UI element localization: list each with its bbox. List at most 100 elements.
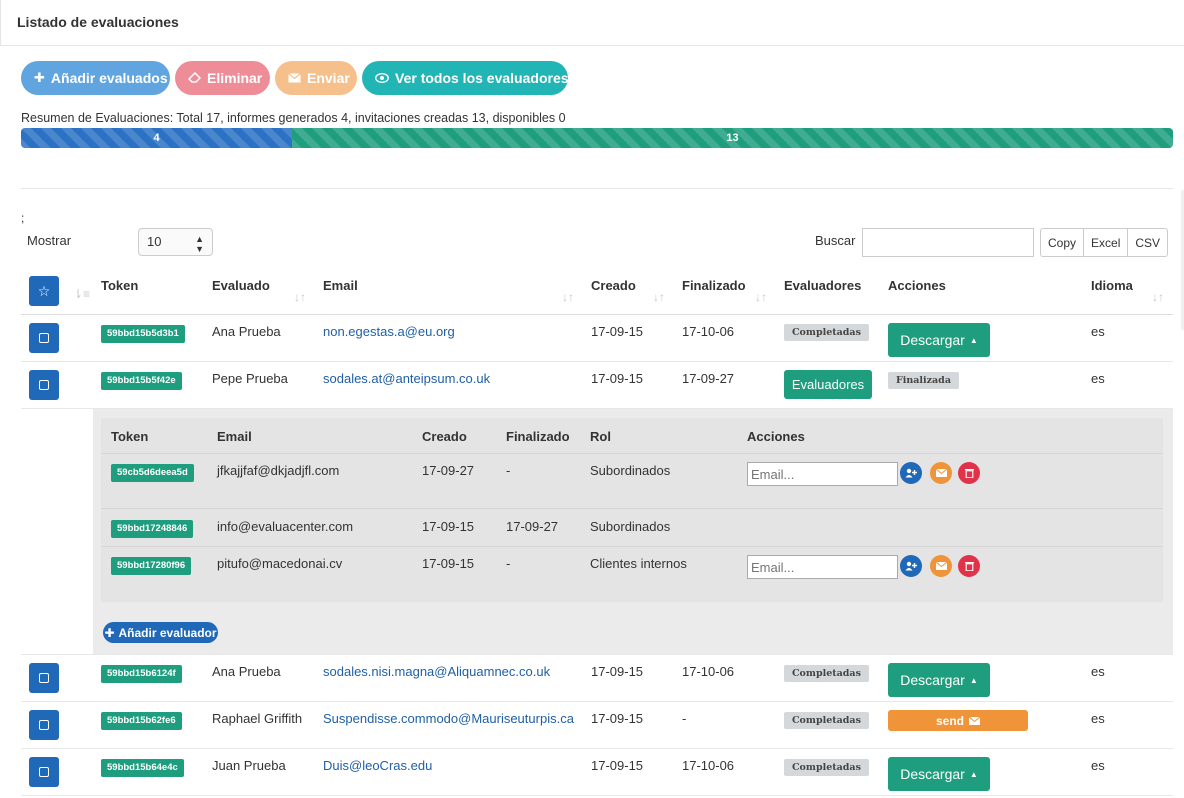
eye-icon (375, 71, 389, 86)
caret-up-icon: ▲ (969, 769, 978, 779)
download-button[interactable]: Descargar ▲ (888, 323, 990, 357)
idioma-value: es (1091, 324, 1105, 339)
sub-col-token: Token (111, 429, 149, 444)
send-button[interactable]: Enviar (275, 61, 357, 95)
row-checkbox[interactable] (29, 757, 59, 787)
rol-value: Subordinados (590, 463, 671, 478)
user-plus-icon[interactable] (900, 462, 922, 484)
delete-button[interactable]: Eliminar (175, 61, 270, 95)
evaluado-name: Juan Prueba (212, 758, 286, 773)
row-checkbox[interactable] (29, 710, 59, 740)
rol-value: Clientes internos (590, 556, 687, 571)
col-finalizado[interactable]: Finalizado (682, 278, 746, 293)
progress-created: 13 (292, 128, 1173, 148)
copy-button[interactable]: Copy (1040, 228, 1085, 257)
trash-icon[interactable] (958, 462, 980, 484)
sort-icon[interactable]: ↓↑ (294, 290, 306, 304)
col-idioma[interactable]: Idioma (1091, 278, 1133, 293)
send-invite-button[interactable]: send (888, 710, 1028, 731)
search-input[interactable] (862, 228, 1034, 257)
plus-icon: ✚ (34, 70, 45, 85)
token-badge: 59bbd15b5d3b1 (101, 325, 185, 343)
excel-button[interactable]: Excel (1083, 228, 1129, 257)
download-button[interactable]: Descargar ▲ (888, 757, 990, 791)
envelope-icon[interactable] (930, 462, 952, 484)
view-all-evaluators-button[interactable]: Ver todos los evaluadores (362, 61, 569, 95)
sub-col-email: Email (217, 429, 252, 444)
sort-icon[interactable]: ↓↑ (653, 290, 665, 304)
evaluado-name: Ana Prueba (212, 324, 281, 339)
finalizado-date: 17-09-27 (506, 519, 559, 534)
page-size-select[interactable]: 10 ▲ ▼ (138, 228, 213, 256)
finalizado-date: - (506, 463, 511, 478)
evaluator-email-input[interactable] (747, 555, 898, 579)
creado-date: 17-09-15 (591, 371, 644, 386)
finalizado-date: 17-10-06 (682, 324, 735, 339)
row-divider (21, 361, 1173, 362)
token-badge: 59cb5d6deea5d (111, 464, 194, 482)
idioma-value: es (1091, 664, 1105, 679)
envelope-icon (968, 714, 981, 728)
email-link[interactable]: Suspendisse.commodo@Mauriseuturpis.ca (323, 711, 574, 726)
csv-button[interactable]: CSV (1127, 228, 1169, 257)
col-email[interactable]: Email (323, 278, 358, 293)
plus-icon: ✚ (104, 625, 115, 640)
col-creado[interactable]: Creado (591, 278, 636, 293)
add-evaluados-button[interactable]: ✚ Añadir evaluados (21, 61, 170, 95)
status-badge: Completadas (784, 759, 869, 776)
page-title: Listado de evaluaciones (17, 14, 179, 30)
header-divider (21, 314, 1173, 315)
trash-icon[interactable] (958, 555, 980, 577)
row-checkbox[interactable] (29, 323, 59, 353)
finalizado-date: 17-09-27 (682, 371, 735, 386)
show-label: Mostrar (27, 233, 72, 248)
sub-row-divider (101, 546, 1163, 547)
export-buttons: Copy Excel CSV (1040, 228, 1169, 257)
star-icon: ☆ (37, 282, 51, 299)
evaluado-name: Raphael Griffith (212, 711, 303, 726)
toolbar: ✚ Añadir evaluados Eliminar Enviar Ver t… (21, 61, 569, 95)
row-divider (21, 654, 1173, 655)
email-link[interactable]: sodales.at@anteipsum.co.uk (323, 371, 490, 386)
creado-date: 17-09-15 (422, 556, 475, 571)
creado-date: 17-09-15 (591, 664, 644, 679)
evaluator-email-input[interactable] (747, 462, 898, 486)
token-badge: 59bbd15b64e4c (101, 759, 184, 777)
evaluator-email: info@evaluacenter.com (217, 519, 354, 534)
creado-date: 17-09-15 (422, 519, 475, 534)
row-divider (21, 795, 1173, 796)
sort-icon[interactable]: ↓↑ (562, 290, 574, 304)
add-evaluator-button[interactable]: ✚ Añadir evaluador (103, 622, 218, 643)
evaluado-name: Pepe Prueba (212, 371, 288, 386)
select-all-checkbox[interactable]: ☆ (29, 276, 59, 306)
envelope-icon[interactable] (930, 555, 952, 577)
col-token[interactable]: Token (101, 278, 138, 293)
col-evaluado[interactable]: Evaluado (212, 278, 270, 293)
email-link[interactable]: sodales.nisi.magna@Aliquamnec.co.uk (323, 664, 550, 679)
evaluadores-button[interactable]: Evaluadores (784, 370, 872, 399)
evaluator-email: pitufo@macedonai.cv (217, 556, 343, 571)
finalizado-date: - (506, 556, 511, 571)
evaluators-subtable (101, 418, 1163, 602)
progress-generated: 4 (21, 128, 293, 148)
status-badge: Completadas (784, 324, 869, 341)
download-button[interactable]: Descargar ▲ (888, 663, 990, 697)
caret-up-icon: ▲ (969, 675, 978, 685)
sub-col-creado: Creado (422, 429, 467, 444)
sort-icon[interactable]: ↓↑ (1152, 290, 1164, 304)
row-checkbox[interactable] (29, 663, 59, 693)
user-plus-icon[interactable] (900, 555, 922, 577)
evaluado-name: Ana Prueba (212, 664, 281, 679)
sort-icon[interactable]: ⇂≡ (73, 287, 90, 301)
token-badge: 59bbd15b6124f (101, 665, 182, 683)
select-arrows-icon: ▲ ▼ (195, 234, 204, 254)
email-link[interactable]: non.egestas.a@eu.org (323, 324, 455, 339)
token-badge: 59bbd17280f96 (111, 557, 192, 575)
evaluator-email: jfkajjfaf@dkjadjfl.com (217, 463, 340, 478)
row-checkbox[interactable] (29, 370, 59, 400)
idioma-value: es (1091, 758, 1105, 773)
email-link[interactable]: Duis@leoCras.edu (323, 758, 432, 773)
sub-header-divider (101, 453, 1163, 454)
sort-icon[interactable]: ↓↑ (755, 290, 767, 304)
row-divider (21, 748, 1173, 749)
